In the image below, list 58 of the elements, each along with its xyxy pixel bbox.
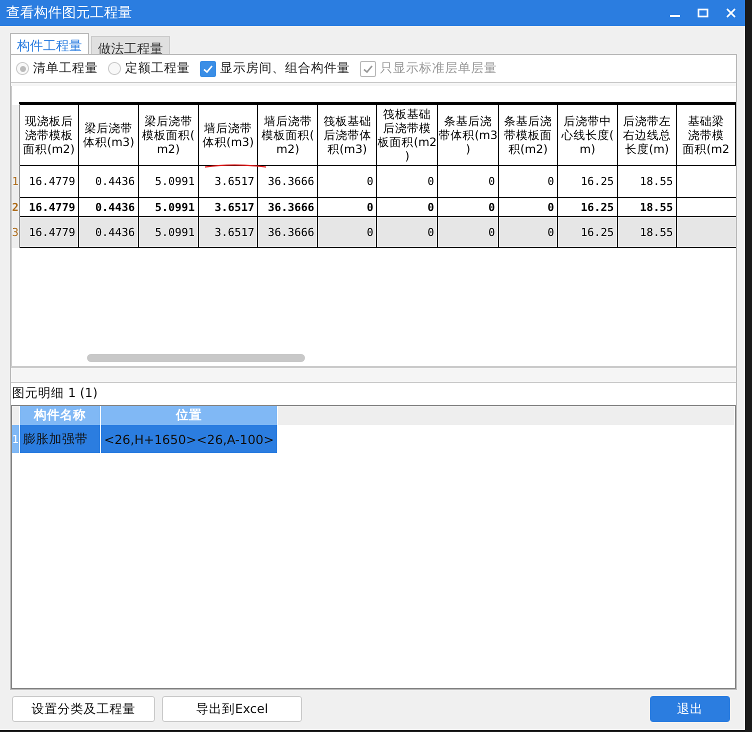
- column-header: 条基后浇 带模板面 积(m2): [498, 104, 558, 166]
- table-cell: 3.6517: [198, 166, 258, 198]
- table-cell[interactable]: 膨胀加强带: [20, 425, 100, 453]
- column-header: 基础梁 浇带模 面积(m2: [676, 104, 736, 166]
- table-cell: 0: [498, 166, 558, 198]
- column-header: 构件名称: [20, 406, 100, 425]
- checkbox[interactable]: [200, 60, 216, 76]
- row-number: 1: [12, 425, 20, 453]
- row-number: 3: [12, 216, 20, 248]
- table-cell: 16.25: [558, 216, 618, 248]
- table-cell: 5.0991: [138, 166, 198, 198]
- column-header: 墙后浇带 模板面积( m2): [258, 104, 318, 166]
- table-cell: 0: [438, 166, 498, 198]
- table-cell: 0: [376, 166, 438, 198]
- maximize-icon[interactable]: [697, 7, 709, 19]
- column-header: 墙后浇带 体积(m3): [198, 104, 258, 166]
- column-header: 筏板基础 后浇带体 积(m3): [318, 104, 377, 166]
- table-cell: 5.0991: [138, 216, 198, 248]
- table-cell[interactable]: <26,H+1650><26,A-100>: [100, 425, 278, 453]
- option-label: 只显示标准层单层量: [380, 60, 497, 77]
- column-header: 筏板基础 后浇带模 板面积(m2 ): [376, 104, 438, 166]
- table-cell: 0: [318, 216, 377, 248]
- table-cell: 0.4436: [78, 166, 138, 198]
- column-header: 梁后浇带 体积(m3): [78, 104, 138, 166]
- check-icon: [362, 62, 374, 74]
- column-header: 现浇板后 浇带模板 面积(m2): [19, 104, 79, 166]
- option-label: 清单工程量: [33, 60, 98, 77]
- row-number: 2: [12, 198, 20, 216]
- table-cell: 16.25: [558, 166, 618, 198]
- button[interactable]: 设置分类及工程量: [12, 696, 155, 722]
- table-cell: 0: [498, 216, 558, 248]
- option-label: 显示房间、组合构件量: [220, 60, 350, 77]
- table-cell: 36.3666: [258, 166, 318, 198]
- column-header: 位置: [100, 406, 278, 425]
- table-cell: 36.3666: [258, 216, 318, 248]
- row-number: 1: [12, 166, 20, 198]
- column-header: 条基后浇 带体积(m3 ): [438, 104, 498, 166]
- window-title: 查看构件图元工程量: [6, 4, 132, 22]
- column-header: 后浇带中 心线长度( m): [558, 104, 618, 166]
- table-cell: 18.55: [617, 216, 676, 248]
- table-cell: 16.4779: [19, 166, 79, 198]
- check-icon: [202, 62, 214, 74]
- table-cell: 18.55: [617, 166, 676, 198]
- table-cell: 0: [376, 216, 438, 248]
- table-cell: 0: [318, 166, 377, 198]
- column-header: 后浇带左 右边线总 长度(m): [617, 104, 676, 166]
- detail-label: 图元明细 1 (1): [11, 384, 99, 402]
- button[interactable]: 退出: [650, 696, 730, 722]
- close-icon[interactable]: [725, 7, 737, 19]
- button[interactable]: 导出到Excel: [162, 696, 302, 722]
- table-cell: 0.4436: [78, 216, 138, 248]
- column-header: 梁后浇带 模板面积( m2): [138, 104, 198, 166]
- table-cell: 16.4779: [19, 216, 79, 248]
- horizontal-scrollbar[interactable]: [87, 354, 305, 362]
- option-label: 定额工程量: [125, 60, 190, 77]
- annotation-stroke: [204, 163, 268, 169]
- table-cell: 3.6517: [198, 216, 258, 248]
- table-cell: 0: [438, 216, 498, 248]
